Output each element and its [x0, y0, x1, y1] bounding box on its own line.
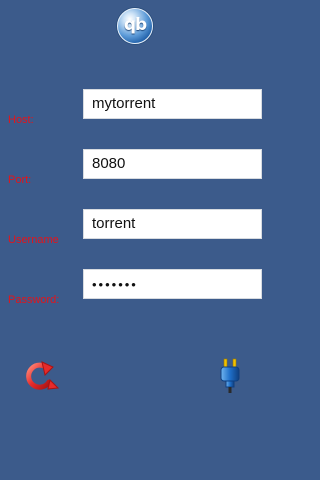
password-input[interactable]: •••••••	[83, 269, 262, 299]
username-input[interactable]	[83, 209, 262, 239]
connect-button[interactable]	[210, 355, 250, 395]
qbittorrent-logo: qb	[117, 8, 153, 44]
port-input[interactable]	[83, 149, 262, 179]
refresh-button[interactable]	[20, 355, 60, 395]
refresh-icon	[26, 361, 60, 390]
plug-icon	[220, 358, 240, 393]
port-label: Port:	[8, 174, 32, 186]
login-screen: qb Host: Port: Username Password: ••••••…	[0, 0, 270, 480]
logo-text: qb	[123, 15, 147, 35]
host-label: Host:	[8, 114, 34, 126]
username-label: Username	[8, 234, 59, 246]
host-input[interactable]	[83, 89, 262, 119]
password-label: Password:	[8, 294, 60, 306]
